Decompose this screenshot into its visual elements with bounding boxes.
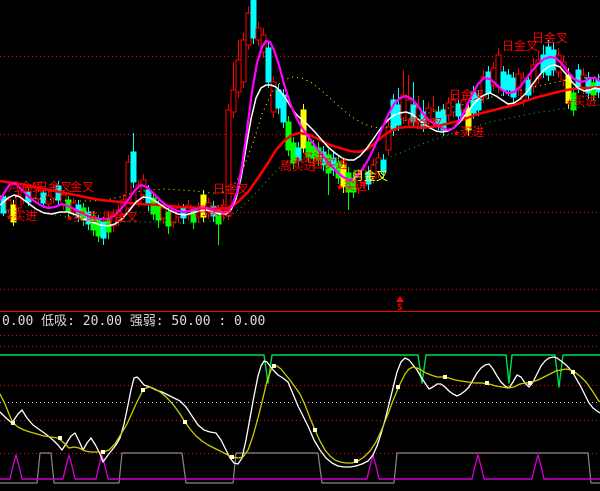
signal-label: 金叉 bbox=[70, 179, 94, 194]
signal-label: 日金叉 bbox=[36, 179, 72, 194]
candle-body bbox=[256, 28, 261, 40]
signal-label: 日金叉 bbox=[532, 30, 568, 45]
candle-body bbox=[511, 78, 516, 97]
candle-body bbox=[246, 13, 251, 45]
sell-letter: S bbox=[397, 303, 402, 313]
signal-label: 日金叉 bbox=[213, 181, 249, 196]
osc-yellow-marker bbox=[58, 436, 62, 440]
candle-body bbox=[446, 103, 451, 115]
candle-body bbox=[251, 0, 256, 38]
osc-yellow-marker bbox=[11, 421, 15, 425]
osc-yellow-marker bbox=[354, 459, 358, 463]
osc-yellow-marker bbox=[230, 455, 234, 459]
candle-body bbox=[226, 110, 231, 216]
candle-body bbox=[46, 196, 51, 204]
candle-body bbox=[506, 75, 511, 90]
indicator-params-text: 0.00 低吸: 20.00 强弱: 50.00 : 0.00 bbox=[2, 314, 265, 329]
signal-label: 月买进 bbox=[196, 204, 232, 218]
chart-background bbox=[0, 0, 600, 491]
signal-label: 日金叉 bbox=[449, 87, 485, 102]
osc-yellow-marker bbox=[443, 375, 447, 379]
osc-yellow-marker bbox=[485, 381, 489, 385]
signal-label: 日买进 bbox=[312, 157, 348, 171]
candle-body bbox=[166, 212, 171, 226]
candle-body bbox=[276, 90, 281, 108]
stock-app-window: 月金叉日金叉金叉★买进★买进周金叉月买进日金叉周买进★买进日买进月金叉★买进周金… bbox=[0, 0, 600, 491]
osc-yellow-marker bbox=[571, 370, 575, 374]
signal-label: ★买进 bbox=[6, 209, 37, 223]
osc-yellow-marker bbox=[183, 420, 187, 424]
signal-label: ★买进 bbox=[336, 179, 367, 193]
candle-body bbox=[231, 90, 236, 112]
candle-body bbox=[551, 50, 556, 70]
candle-body bbox=[236, 60, 241, 92]
candle-body bbox=[161, 208, 166, 218]
candle-body bbox=[546, 47, 551, 75]
candle-body bbox=[131, 152, 136, 182]
signal-label: ★买进 bbox=[566, 94, 597, 108]
candle-body bbox=[486, 72, 491, 93]
signal-label: ★买进 bbox=[453, 125, 484, 139]
candle-body bbox=[41, 193, 46, 203]
osc-yellow-marker bbox=[101, 450, 105, 454]
candle-body bbox=[501, 72, 506, 90]
candle-body bbox=[396, 105, 401, 125]
candle-body bbox=[576, 70, 581, 87]
candle-body bbox=[496, 55, 501, 87]
signal-label: ★买进 bbox=[66, 210, 97, 224]
osc-yellow-marker bbox=[141, 388, 145, 392]
osc-yellow-marker bbox=[528, 381, 532, 385]
osc-yellow-marker bbox=[396, 385, 400, 389]
candle-body bbox=[156, 205, 161, 220]
signal-label: 周金叉 bbox=[102, 209, 138, 224]
candle-body bbox=[101, 222, 106, 238]
osc-yellow-marker bbox=[272, 364, 276, 368]
candle-body bbox=[456, 104, 461, 116]
candle-body bbox=[241, 40, 246, 82]
osc-yellow-marker bbox=[313, 428, 317, 432]
signal-label: 周金叉 bbox=[407, 115, 443, 130]
candle-body bbox=[266, 48, 271, 82]
chart-canvas[interactable]: 月金叉日金叉金叉★买进★买进周金叉月买进日金叉周买进★买进日买进月金叉★买进周金… bbox=[0, 0, 600, 491]
